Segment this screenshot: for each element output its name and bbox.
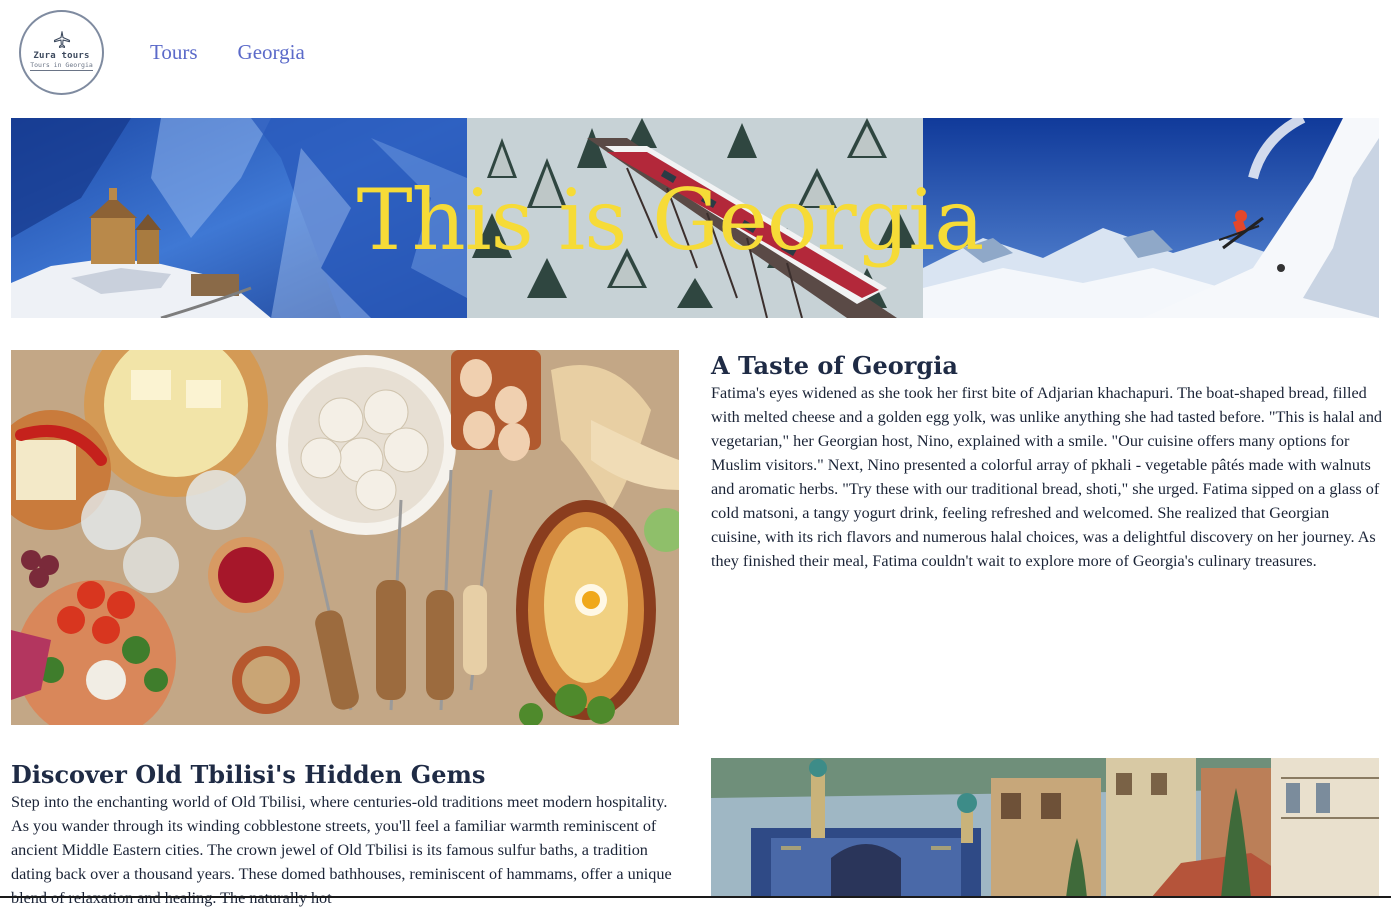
nav-link-georgia[interactable]: Georgia	[238, 40, 305, 65]
taste-heading: A Taste of Georgia	[711, 351, 958, 380]
hero-banner: This is Georgia	[11, 118, 1379, 318]
mountain-skier-image	[923, 118, 1379, 318]
site-logo[interactable]: Zura tours Tours in Georgia	[19, 10, 104, 95]
tbilisi-heading: Discover Old Tbilisi's Hidden Gems	[11, 760, 486, 789]
airplane-icon	[53, 31, 70, 49]
snowy-forest-train-bridge-image	[467, 118, 923, 318]
old-tbilisi-bathhouse-image	[711, 758, 1379, 898]
tbilisi-body: Step into the enchanting world of Old Tb…	[11, 793, 672, 907]
site-header: Zura tours Tours in Georgia Tours Georgi…	[0, 0, 1391, 108]
old-tbilisi-section: Discover Old Tbilisi's Hidden Gems Step …	[11, 758, 681, 910]
taste-of-georgia-section: A Taste of Georgia Fatima's eyes widened…	[711, 350, 1383, 573]
nav-link-tours[interactable]: Tours	[150, 40, 198, 65]
taste-body: Fatima's eyes widened as she took her fi…	[711, 384, 1383, 570]
logo-title: Zura tours	[33, 51, 90, 61]
gergeti-trinity-church-image	[11, 118, 467, 318]
main-nav: Tours Georgia	[150, 40, 305, 65]
logo-subtitle: Tours in Georgia	[30, 61, 93, 71]
georgian-food-table-image	[11, 350, 679, 725]
